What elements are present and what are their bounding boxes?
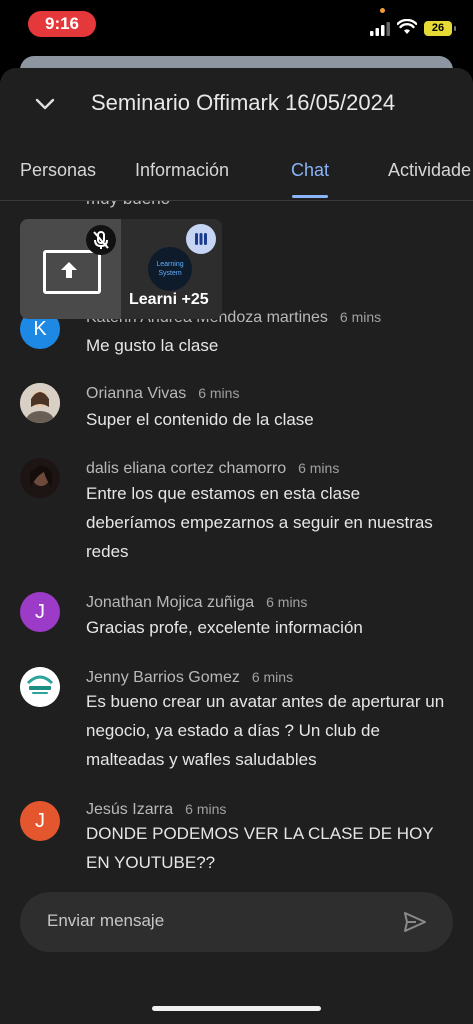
battery-indicator: 26 [424,21,456,36]
message-text: Entre los que estamos en esta clase debe… [86,484,433,561]
tab-actividades[interactable]: Actividade [388,160,471,181]
arrow-up-icon [61,262,77,278]
camera-indicator-dot [380,8,385,13]
message-author-row: Orianna Vivas 6 mins [86,385,239,403]
wifi-icon [397,19,417,34]
chevron-down-icon[interactable] [33,92,57,116]
video-tiles-overlay[interactable]: Learning System Learni +25 [20,219,222,319]
message-time: 6 mins [185,801,227,817]
participant-label: Learni +25 [129,291,209,309]
message-time: 6 mins [266,594,308,610]
avatar-logo [20,667,60,707]
message-author: dalis eliana cortez chamorro [86,460,287,477]
message-author: Orianna Vivas [86,385,187,402]
tab-chat[interactable]: Chat [291,160,329,181]
tab-personas[interactable]: Personas [20,160,96,181]
message-text: DONDE PODEMOS VER LA CLASE DE HOY EN YOU… [86,824,434,872]
message-time: 6 mins [251,669,294,685]
meeting-details-sheet: Seminario Offimark 16/05/2024 Personas I… [0,68,473,1024]
message-text: Super el contenido de la clase [86,410,314,429]
mic-off-icon [86,225,116,255]
message-author: Jonathan Mojica zuñiga [86,594,255,611]
message-author-row: Jesús Izarra 6 mins [86,801,226,819]
participant-count: +25 [181,291,209,308]
message-author: Jesús Izarra [86,801,174,818]
active-tab-indicator [292,195,328,198]
participant-name: Learni [129,291,178,308]
message-text: Gracias profe, excelente información [86,618,363,637]
avatar-photo [20,383,60,423]
avatar [20,458,60,498]
send-icon[interactable] [402,909,428,935]
screen-share-tile[interactable] [20,219,121,319]
avatar: J [20,801,60,841]
message-author-row: Jonathan Mojica zuñiga 6 mins [86,594,307,612]
avatar [20,383,60,423]
message-time: 6 mins [339,309,382,325]
message-text-partial: muy bueno [86,201,170,209]
home-indicator [152,1006,321,1011]
message-text: Me gusto la clase [86,336,219,355]
avatar-photo [20,458,60,498]
sheet-header: Seminario Offimark 16/05/2024 [0,68,473,140]
tab-informacion[interactable]: Información [135,160,229,181]
message-time: 6 mins [298,460,340,476]
avatar [20,667,60,707]
avatar: J [20,592,60,632]
audio-levels-icon [186,224,216,254]
meeting-title: Seminario Offimark 16/05/2024 [91,90,396,115]
participants-tile[interactable]: Learning System Learni +25 [121,219,222,319]
status-bar: 9:16 26 [0,0,473,50]
message-input-field[interactable]: Enviar mensaje [20,892,453,952]
message-author-row: Jenny Barrios Gomez 6 mins [86,669,293,687]
status-time: 9:16 [28,11,96,37]
message-author: Jenny Barrios Gomez [86,669,240,686]
message-text: Es bueno crear un avatar antes de apertu… [86,692,445,769]
message-time: 6 mins [198,385,240,401]
tab-bar: Personas Información Chat Actividade [0,148,473,201]
cellular-signal-icon [370,22,390,36]
message-input-placeholder[interactable]: Enviar mensaje [47,911,164,931]
message-author-row: dalis eliana cortez chamorro 6 mins [86,460,339,478]
